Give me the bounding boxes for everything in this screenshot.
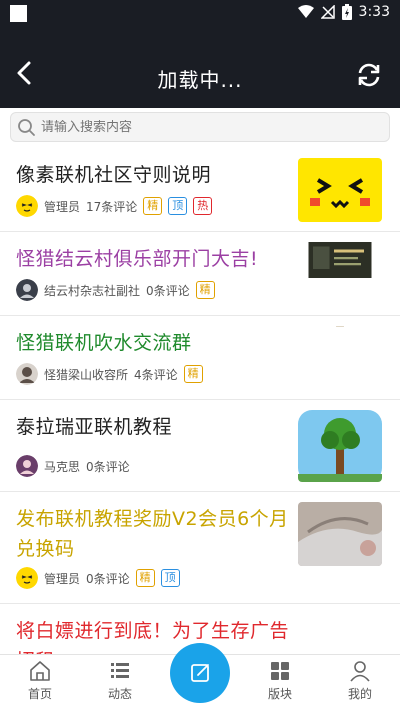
wifi-icon bbox=[297, 5, 314, 18]
post-comment-count: 4条评论 bbox=[134, 367, 178, 382]
avatar bbox=[16, 567, 38, 589]
pinned-badge: 顶 bbox=[160, 569, 180, 587]
pinned-badge: 顶 bbox=[168, 197, 188, 215]
post-thumbnail[interactable] bbox=[298, 158, 382, 222]
nav-boards-label: 版块 bbox=[267, 687, 292, 701]
home-icon bbox=[30, 661, 50, 681]
post-author: 管理员 bbox=[44, 199, 81, 214]
post-title[interactable]: 像素联机社区守则说明 bbox=[16, 160, 296, 190]
post-title[interactable]: 将白嫖进行到底！为了生存广告招租 bbox=[16, 616, 296, 654]
list-item[interactable]: 像素联机社区守则说明 管理员 17条评论 精 顶 热 bbox=[0, 148, 400, 232]
post-author: 结云村杂志社副社 bbox=[44, 283, 141, 298]
post-title[interactable]: 怪猎结云村俱乐部开门大吉! bbox=[16, 244, 296, 274]
list-icon bbox=[111, 663, 129, 678]
user-icon bbox=[350, 661, 370, 682]
essence-badge: 精 bbox=[195, 281, 215, 299]
search-input[interactable] bbox=[41, 119, 361, 135]
post-thumbnail[interactable] bbox=[298, 326, 382, 332]
search-box[interactable] bbox=[10, 112, 390, 142]
new-post-button[interactable] bbox=[170, 643, 230, 703]
search-bar-container bbox=[0, 108, 400, 148]
refresh-icon[interactable] bbox=[354, 60, 384, 90]
post-comment-count: 0条评论 bbox=[86, 459, 130, 474]
post-comment-count: 0条评论 bbox=[86, 571, 130, 586]
grid-icon bbox=[271, 662, 289, 680]
nav-boards[interactable]: 版块 bbox=[250, 659, 310, 702]
post-title[interactable]: 泰拉瑞亚联机教程 bbox=[16, 412, 296, 442]
search-icon bbox=[18, 119, 35, 136]
list-item[interactable]: 怪猎结云村俱乐部开门大吉! 结云村杂志社副社 0条评论 精 bbox=[0, 232, 400, 316]
essence-badge: 精 bbox=[135, 569, 155, 587]
edit-icon bbox=[191, 664, 209, 682]
post-meta: 怪猎梁山收容所 4条评论 精 bbox=[16, 363, 203, 385]
avatar bbox=[16, 195, 38, 217]
post-meta: 管理员 17条评论 精 顶 热 bbox=[16, 195, 213, 217]
post-author: 马克思 bbox=[44, 459, 81, 474]
essence-badge: 精 bbox=[183, 365, 203, 383]
nav-feed-label: 动态 bbox=[107, 687, 132, 701]
post-meta: 结云村杂志社副社 0条评论 精 bbox=[16, 279, 215, 301]
avatar bbox=[16, 363, 38, 385]
nav-mine-label: 我的 bbox=[347, 687, 372, 701]
post-title[interactable]: 发布联机教程奖励V2会员6个月兑换码 bbox=[16, 504, 296, 564]
hot-badge: 热 bbox=[193, 197, 213, 215]
post-meta: 管理员 0条评论 精 顶 bbox=[16, 567, 180, 589]
notification-icon bbox=[10, 5, 27, 22]
post-thumbnail[interactable] bbox=[298, 410, 382, 482]
nav-mine[interactable]: 我的 bbox=[330, 659, 390, 702]
signal-icon bbox=[320, 5, 335, 19]
post-thumbnail[interactable] bbox=[298, 502, 382, 566]
page-title: 加载中... bbox=[157, 68, 243, 92]
status-bar: 3:33 bbox=[0, 0, 400, 28]
battery-icon bbox=[341, 4, 352, 20]
clock: 3:33 bbox=[358, 4, 390, 20]
avatar bbox=[16, 455, 38, 477]
nav-feed[interactable]: 动态 bbox=[90, 659, 150, 702]
app-bar: 加载中... bbox=[0, 28, 400, 108]
post-author: 管理员 bbox=[44, 571, 81, 586]
avatar bbox=[16, 279, 38, 301]
list-item[interactable]: 发布联机教程奖励V2会员6个月兑换码 管理员 0条评论 精 顶 bbox=[0, 492, 400, 604]
post-comment-count: 0条评论 bbox=[146, 283, 190, 298]
essence-badge: 精 bbox=[143, 197, 163, 215]
post-title[interactable]: 怪猎联机吹水交流群 bbox=[16, 328, 296, 358]
list-item[interactable]: 怪猎联机吹水交流群 怪猎梁山收容所 4条评论 精 bbox=[0, 316, 400, 400]
nav-home-label: 首页 bbox=[27, 687, 52, 701]
nav-home[interactable]: 首页 bbox=[10, 659, 70, 702]
post-list: 像素联机社区守则说明 管理员 17条评论 精 顶 热 怪猎结云村俱乐部开门大吉!… bbox=[0, 148, 400, 654]
list-item[interactable]: 泰拉瑞亚联机教程 马克思 0条评论 bbox=[0, 400, 400, 492]
post-author: 怪猎梁山收容所 bbox=[44, 367, 129, 382]
post-meta: 马克思 0条评论 bbox=[16, 455, 130, 477]
post-comment-count: 17条评论 bbox=[86, 199, 138, 214]
post-thumbnail[interactable] bbox=[298, 242, 382, 290]
